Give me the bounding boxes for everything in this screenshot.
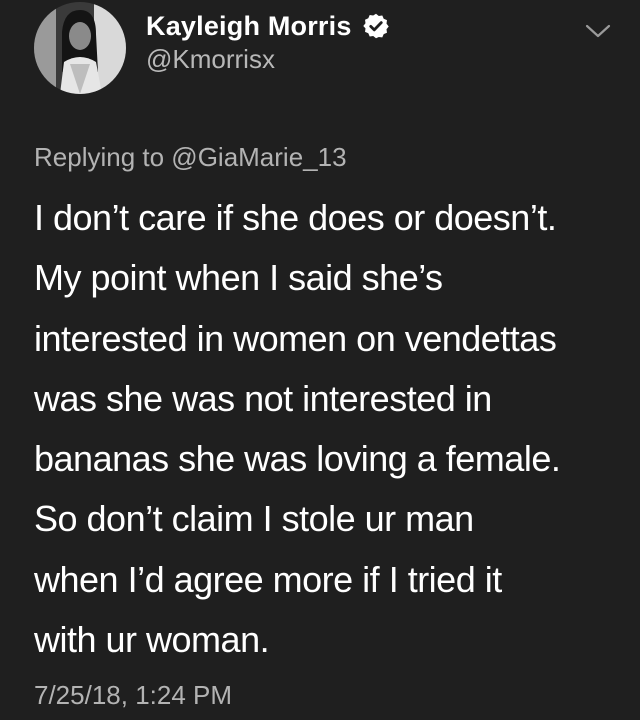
tweet-text-line: My point when I said she’s (34, 257, 443, 299)
chevron-down-icon[interactable] (584, 20, 612, 42)
tweet-text-line: interested in women on vendettas (34, 317, 557, 359)
author-row: Kayleigh Morris (146, 8, 390, 44)
tweet-text-line: with ur woman. (34, 619, 270, 661)
author-display-name[interactable]: Kayleigh Morris (146, 11, 352, 42)
tweet-text-line: was she was not interested in (34, 377, 492, 419)
verified-badge-icon (362, 12, 390, 40)
tweet-text: I don’t care if she does or doesn’t. My … (34, 188, 624, 670)
replying-to-label[interactable]: Replying to @GiaMarie_13 (34, 142, 347, 173)
tweet-text-line: So don’t claim I stole ur man (34, 498, 474, 540)
tweet-timestamp[interactable]: 7/25/18, 1:24 PM (34, 680, 232, 711)
tweet-text-line: when I’d agree more if I tried it (34, 558, 502, 600)
tweet-text-line: I don’t care if she does or doesn’t. (34, 197, 557, 238)
tweet-text-line: bananas she was loving a female. (34, 438, 561, 480)
avatar[interactable] (34, 2, 126, 94)
author-handle[interactable]: @Kmorrisx (146, 44, 275, 75)
